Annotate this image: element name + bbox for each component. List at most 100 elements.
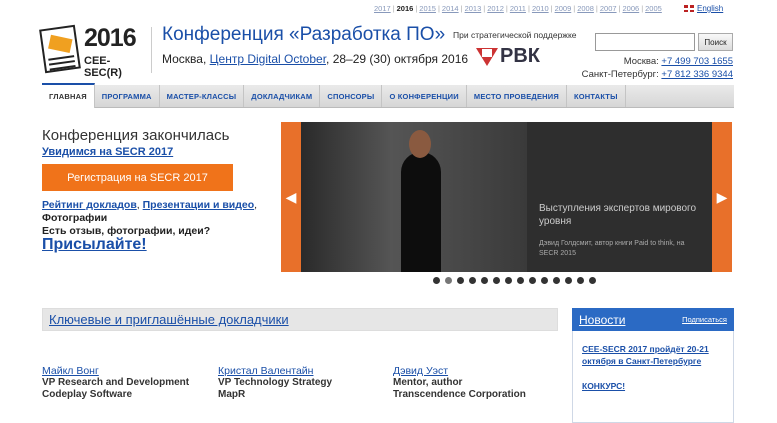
search-input[interactable] xyxy=(595,33,695,51)
sponsor-name: РВК xyxy=(500,45,540,67)
year-link[interactable]: 2005 xyxy=(645,4,662,13)
subscribe-link[interactable]: Подписаться xyxy=(682,315,727,324)
year-link[interactable]: 2013 xyxy=(465,4,482,13)
year-link[interactable]: 2006 xyxy=(623,4,640,13)
rvk-mark-icon xyxy=(476,47,498,66)
nav-item-home[interactable]: ГЛАВНАЯ xyxy=(42,83,95,108)
chevron-right-icon: ▶ xyxy=(716,188,728,205)
speaker-role: Mentor, author xyxy=(393,377,463,388)
year-link[interactable]: 2011 xyxy=(510,4,526,13)
speaker-name-link[interactable]: Дэвид Уэст xyxy=(393,365,526,377)
news-item-link[interactable]: КОНКУРС! xyxy=(582,380,722,392)
current-year: 2016 xyxy=(396,4,414,13)
year-archive-bar: 2017 | 2016 | 2015 | 2014 | 2013 | 2012 | 2011 | 2010 |… xyxy=(374,4,662,13)
phone-moscow-row: Москва: +7 499 703 1655 xyxy=(582,55,733,68)
year-link[interactable]: 2015 xyxy=(419,4,436,13)
logo-year: 2016 xyxy=(84,24,137,52)
comma: , xyxy=(254,199,258,211)
slider-dot[interactable] xyxy=(529,277,536,284)
dates: , 28–29 (30) октября 2016 xyxy=(326,52,469,66)
chevron-left-icon: ◀ xyxy=(285,188,297,205)
year-link[interactable]: 2007 xyxy=(600,4,617,13)
slide-photo xyxy=(301,122,527,272)
news-list: CEE-SECR 2017 пройдёт 20-21 октября в Са… xyxy=(572,331,734,423)
slider-dot[interactable] xyxy=(589,277,596,284)
slider-dot[interactable] xyxy=(469,277,476,284)
materials-links: Рейтинг докладов, Презентации и видео, xyxy=(42,199,257,211)
year-link[interactable]: 2017 xyxy=(374,4,391,13)
speaker-card: Майкл Вонг VP Research and Development C… xyxy=(42,365,189,401)
nav-item-speakers[interactable]: ДОКЛАДЧИКАМ xyxy=(244,85,321,107)
year-link[interactable]: 2012 xyxy=(487,4,504,13)
nav-item-program[interactable]: ПРОГРАММА xyxy=(95,85,160,107)
city: Москва, xyxy=(162,52,210,66)
phone-moscow-label: Москва: xyxy=(623,56,662,67)
support-label: При стратегической поддержке xyxy=(453,30,577,40)
main-nav: ГЛАВНАЯ ПРОГРАММА МАСТЕР-КЛАССЫ ДОКЛАДЧИ… xyxy=(42,83,734,108)
uk-flag-icon xyxy=(684,5,694,12)
speaker-name-link[interactable]: Майкл Вонг xyxy=(42,365,189,377)
speaker-card: Дэвид Уэст Mentor, author Transcendence … xyxy=(393,365,526,401)
slider-dot[interactable] xyxy=(553,277,560,284)
slider-prev-button[interactable]: ◀ xyxy=(281,122,301,272)
rating-link[interactable]: Рейтинг докладов xyxy=(42,199,137,211)
nav-item-about[interactable]: О КОНФЕРЕНЦИИ xyxy=(382,85,467,107)
nav-item-venue[interactable]: МЕСТО ПРОВЕДЕНИЯ xyxy=(467,85,567,107)
slider-dot[interactable] xyxy=(445,277,452,284)
register-button[interactable]: Регистрация на SECR 2017 xyxy=(42,164,233,191)
slider-dot[interactable] xyxy=(577,277,584,284)
venue-link[interactable]: Центр Digital October xyxy=(210,52,326,66)
conference-location-dates: Москва, Центр Digital October, 28–29 (30… xyxy=(162,52,468,66)
nav-item-contacts[interactable]: КОНТАКТЫ xyxy=(567,85,626,107)
slider-next-button[interactable]: ▶ xyxy=(712,122,732,272)
nav-item-masterclasses[interactable]: МАСТЕР-КЛАССЫ xyxy=(160,85,245,107)
speaker-org: Codeplay Software xyxy=(42,389,133,400)
phone-spb-label: Санкт-Петербург: xyxy=(581,69,662,80)
news-item-link[interactable]: CEE-SECR 2017 пройдёт 20-21 октября в Са… xyxy=(582,343,722,367)
slide-caption: Выступления экспертов мирового уровня xyxy=(539,203,697,227)
phone-moscow-link[interactable]: +7 499 703 1655 xyxy=(661,56,733,67)
conference-logo[interactable]: 2016 CEE-SEC(R) xyxy=(39,24,144,79)
conference-ended-heading: Конференция закончилась xyxy=(42,127,230,144)
slider-dot[interactable] xyxy=(505,277,512,284)
news-title-link[interactable]: Новости xyxy=(579,313,625,327)
image-slider: Выступления экспертов мирового уровня Дэ… xyxy=(281,122,732,272)
slider-dot[interactable] xyxy=(457,277,464,284)
slider-dot[interactable] xyxy=(481,277,488,284)
send-feedback-link[interactable]: Присылайте! xyxy=(42,236,147,254)
speaker-org: MapR xyxy=(218,389,246,400)
logo-name: CEE-SEC(R) xyxy=(84,55,122,79)
speaker-name-link[interactable]: Кристал Валентайн xyxy=(218,365,332,377)
nav-item-sponsors[interactable]: СПОНСОРЫ xyxy=(320,85,383,107)
year-link[interactable]: 2009 xyxy=(555,4,572,13)
photos-text: Фотографии xyxy=(42,212,108,224)
slider-dot[interactable] xyxy=(565,277,572,284)
search-button[interactable]: Поиск xyxy=(698,33,733,51)
presentations-link[interactable]: Презентации и видео xyxy=(143,199,255,211)
language-switch[interactable]: English xyxy=(684,4,723,13)
speakers-section-header: Ключевые и приглашённые докладчики xyxy=(42,308,558,331)
language-link[interactable]: English xyxy=(697,4,723,13)
page-title: Конференция «Разработка ПО» xyxy=(162,24,446,45)
slider-dot[interactable] xyxy=(493,277,500,284)
speaker-role: VP Technology Strategy xyxy=(218,377,333,388)
speaker-role: VP Research and Development xyxy=(42,377,190,388)
news-header: Новости Подписаться xyxy=(572,308,734,331)
logo-document-icon xyxy=(39,24,81,74)
slider-dot[interactable] xyxy=(541,277,548,284)
year-link[interactable]: 2010 xyxy=(532,4,549,13)
year-link[interactable]: 2008 xyxy=(577,4,594,13)
speakers-title-link[interactable]: Ключевые и приглашённые докладчики xyxy=(49,312,289,327)
year-link[interactable]: 2014 xyxy=(442,4,459,13)
slider-dots xyxy=(433,277,596,284)
speaker-card: Кристал Валентайн VP Technology Strategy… xyxy=(218,365,332,401)
slider-dot[interactable] xyxy=(517,277,524,284)
phone-spb-link[interactable]: +7 812 336 9344 xyxy=(661,69,733,80)
phone-spb-row: Санкт-Петербург: +7 812 336 9344 xyxy=(582,68,733,81)
slider-dot[interactable] xyxy=(433,277,440,284)
see-you-link[interactable]: Увидимся на SECR 2017 xyxy=(42,146,173,158)
sponsor-logo[interactable]: РВК xyxy=(476,45,540,68)
contact-phones: Москва: +7 499 703 1655 Санкт-Петербург:… xyxy=(582,55,733,81)
header-divider xyxy=(151,27,152,73)
slide-subcaption: Дэвид Голдсмит, автор книги Paid to thin… xyxy=(539,240,685,257)
